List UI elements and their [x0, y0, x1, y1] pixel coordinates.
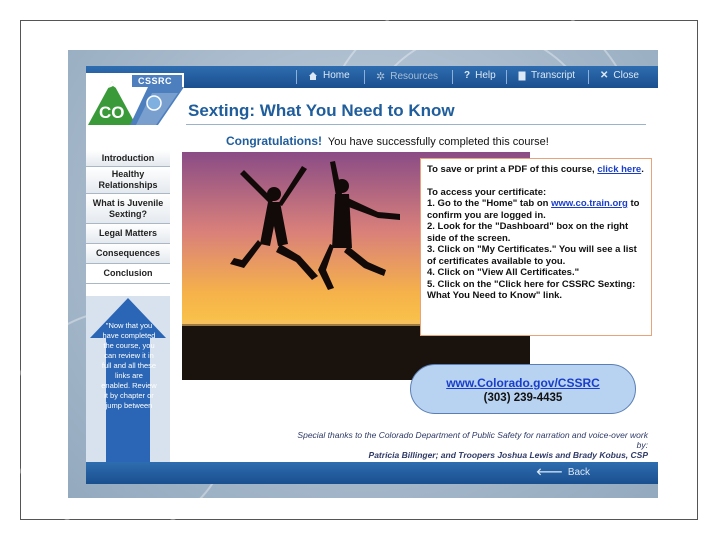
- step-5: 5. Click on the "Click here for CSSRC Se…: [427, 278, 636, 302]
- access-certificate-heading: To access your certificate:: [427, 186, 547, 198]
- congrats-text: You have successfully completed this cou…: [327, 136, 549, 148]
- home-icon: [309, 71, 317, 80]
- help-label: Help: [475, 70, 496, 81]
- step-4: 4. Click on "View All Certificates.": [427, 267, 580, 278]
- save-pdf-link[interactable]: click here: [597, 164, 641, 175]
- home-label: Home: [323, 70, 350, 81]
- cssrc-website-link[interactable]: www.Colorado.gov/CSSRC: [411, 376, 635, 390]
- logo-state-text: CO: [99, 103, 125, 122]
- thanks-names: Patricia Billinger; and Troopers Joshua …: [368, 450, 648, 460]
- step-3: 3. Click on "My Certificates." You will …: [427, 244, 637, 267]
- gear-icon: ✲: [376, 71, 386, 83]
- sidebar-item-consequences[interactable]: Consequences: [86, 244, 170, 264]
- save-pdf-text: To save or print a PDF of this course,: [427, 164, 595, 175]
- step-1: 1. Go to the "Home" tab on www.co.train.…: [427, 198, 645, 221]
- transcript-label: Transcript: [531, 70, 576, 81]
- arrow-left-icon: 🡐: [536, 467, 563, 478]
- save-pdf-instruction: To save or print a PDF of this course, c…: [427, 164, 645, 176]
- resources-label: Resources: [390, 71, 439, 82]
- question-icon: ?: [464, 70, 471, 81]
- help-button[interactable]: ? Help: [464, 70, 496, 81]
- step-2: 2. Look for the "Dashboard" box on the r…: [427, 221, 629, 244]
- completion-message: Congratulations! You have successfully c…: [226, 134, 549, 148]
- sidebar-item-legal-matters[interactable]: Legal Matters: [86, 224, 170, 244]
- sidebar-item-introduction[interactable]: Introduction: [86, 150, 170, 167]
- close-button[interactable]: ✕ Close: [600, 70, 639, 81]
- resources-button[interactable]: ✲ Resources: [376, 70, 438, 83]
- logo-org-text: CSSRC: [138, 76, 173, 86]
- document-icon: [518, 71, 526, 80]
- step-1-text-a: 1. Go to the "Home" tab on: [427, 198, 549, 209]
- home-button[interactable]: Home: [308, 70, 350, 81]
- back-label: Back: [567, 466, 591, 478]
- page-title: Sexting: What You Need to Know: [188, 101, 455, 120]
- back-button[interactable]: 🡐 Back: [536, 466, 591, 479]
- co-train-link[interactable]: www.co.train.org: [551, 198, 628, 209]
- acknowledgements: Special thanks to the Colorado Departmen…: [296, 430, 648, 460]
- sidebar-item-juvenile-sexting[interactable]: What is Juvenile Sexting?: [86, 194, 170, 224]
- sidebar-item-conclusion[interactable]: Conclusion: [86, 264, 170, 284]
- contact-phone: (303) 239-4435: [483, 392, 563, 404]
- contact-pill: www.Colorado.gov/CSSRC (303) 239-4435: [410, 364, 636, 414]
- sidebar-item-healthy-relationships[interactable]: Healthy Relationships: [86, 167, 170, 194]
- review-note-text: "Now that you have completed the course,…: [101, 321, 157, 410]
- certificate-instructions: To save or print a PDF of this course, c…: [420, 158, 652, 336]
- cssrc-logo: CSSRC CO: [86, 73, 184, 127]
- save-pdf-end: .: [641, 164, 644, 175]
- close-label: Close: [613, 70, 639, 81]
- close-icon: ✕: [600, 70, 609, 81]
- thanks-text: Special thanks to the Colorado Departmen…: [297, 430, 648, 450]
- title-divider: [186, 124, 646, 125]
- congrats-heading: Congratulations!: [226, 134, 322, 148]
- transcript-button[interactable]: Transcript: [518, 70, 575, 81]
- sidebar-navigation: Introduction Healthy Relationships What …: [86, 150, 170, 284]
